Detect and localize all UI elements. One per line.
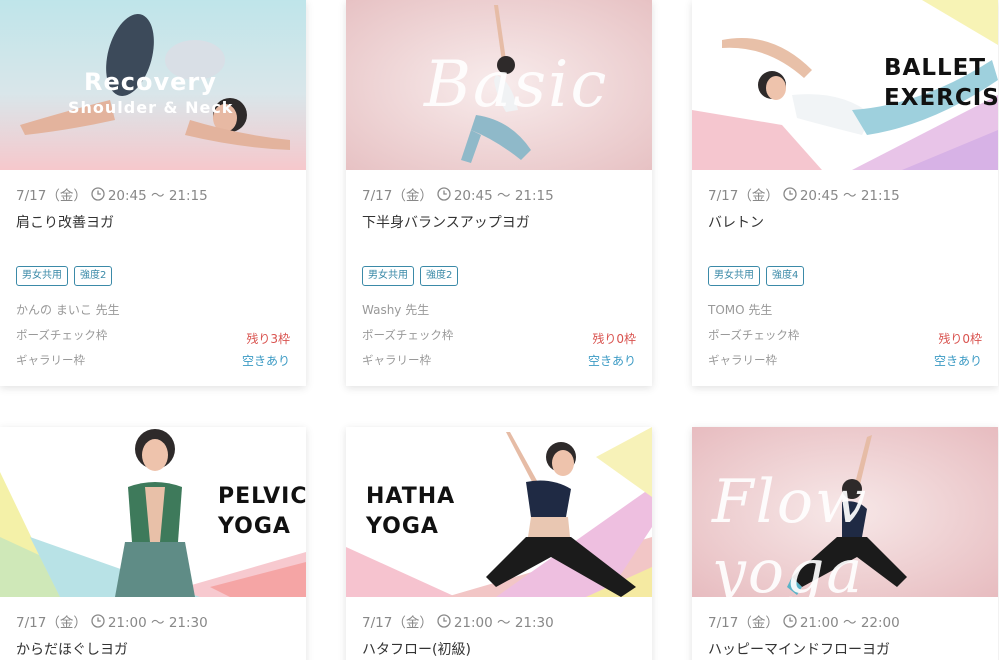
class-time: 21:00 〜 22:00 <box>799 615 900 631</box>
gallery-availability: 空きあり <box>587 354 636 368</box>
gallery-label: ギャラリー枠 <box>362 353 431 367</box>
tag-intensity: 強度2 <box>74 266 113 286</box>
tag-gender: 男女共用 <box>362 266 414 286</box>
class-date: 7/17（金） <box>362 188 433 204</box>
class-tags: 男女共用 強度2 <box>16 266 113 286</box>
class-title[interactable]: ハッピーマインドフローヨガ <box>708 639 890 659</box>
class-tags: 男女共用 強度4 <box>708 266 805 286</box>
thumbnail-background <box>346 427 652 597</box>
pose-check-label: ポーズチェック枠 <box>362 328 454 342</box>
clock-icon <box>91 614 105 628</box>
pose-check-remaining: 残り3枠 <box>246 332 290 346</box>
class-datetime: 7/17（金） 20:45 〜 21:15 <box>362 184 554 204</box>
clock-icon <box>91 187 105 201</box>
class-datetime: 7/17（金） 21:00 〜 22:00 <box>708 611 900 631</box>
thumbnail-title: PELVIC <box>218 484 306 509</box>
class-time: 21:00 〜 21:30 <box>453 615 554 631</box>
class-title[interactable]: 肩こり改善ヨガ <box>16 212 114 232</box>
class-title[interactable]: バレトン <box>708 212 764 232</box>
class-datetime: 7/17（金） 21:00 〜 21:30 <box>16 611 208 631</box>
class-card[interactable]: HATHA YOGA 7/17（金） 21:00 〜 21:30 ハタフロー(初… <box>346 427 652 660</box>
thumbnail-subtitle: Shoulder & Neck <box>68 98 234 117</box>
class-datetime: 7/17（金） 20:45 〜 21:15 <box>708 184 900 204</box>
class-thumbnail: BALLET EXERCISE <box>692 0 998 170</box>
class-thumbnail: PELVIC YOGA <box>0 427 306 597</box>
class-time: 20:45 〜 21:15 <box>107 188 208 204</box>
class-date: 7/17（金） <box>16 188 87 204</box>
class-card[interactable]: Basic 7/17（金） 20:45 〜 21:15 下半身バランスアップヨガ… <box>346 0 652 386</box>
class-time: 20:45 〜 21:15 <box>453 188 554 204</box>
class-thumbnail: Recovery Shoulder & Neck <box>0 0 306 170</box>
gallery-label: ギャラリー枠 <box>708 353 777 367</box>
class-thumbnail: HATHA YOGA <box>346 427 652 597</box>
class-time: 20:45 〜 21:15 <box>799 188 900 204</box>
pose-check-remaining: 残り0枠 <box>592 332 636 346</box>
class-time: 21:00 〜 21:30 <box>107 615 208 631</box>
teacher-name: TOMO 先生 <box>708 303 773 317</box>
tag-intensity: 強度4 <box>766 266 805 286</box>
thumbnail-title: Flow yoga <box>712 467 869 597</box>
thumbnail-title: Basic <box>424 48 609 122</box>
tag-intensity: 強度2 <box>420 266 459 286</box>
clock-icon <box>437 614 451 628</box>
class-title[interactable]: 下半身バランスアップヨガ <box>362 212 530 232</box>
class-datetime: 7/17（金） 21:00 〜 21:30 <box>362 611 554 631</box>
class-thumbnail: Flow yoga <box>692 427 998 597</box>
pose-check-label: ポーズチェック枠 <box>708 328 800 342</box>
clock-icon <box>783 187 797 201</box>
pose-check-label: ポーズチェック枠 <box>16 328 108 342</box>
class-date: 7/17（金） <box>16 615 87 631</box>
class-title[interactable]: からだほぐしヨガ <box>16 639 128 659</box>
class-thumbnail: Basic <box>346 0 652 170</box>
class-card[interactable]: Recovery Shoulder & Neck 7/17（金） 20:45 〜… <box>0 0 306 386</box>
class-card[interactable]: Flow yoga 7/17（金） 21:00 〜 22:00 ハッピーマインド… <box>692 427 998 660</box>
class-card[interactable]: BALLET EXERCISE 7/17（金） 20:45 〜 21:15 バレ… <box>692 0 998 386</box>
clock-icon <box>783 614 797 628</box>
teacher-name: かんの まいこ 先生 <box>16 303 120 317</box>
class-date: 7/17（金） <box>708 615 779 631</box>
class-card[interactable]: PELVIC YOGA 7/17（金） 21:00 〜 21:30 からだほぐし… <box>0 427 306 660</box>
clock-icon <box>437 187 451 201</box>
gallery-availability: 空きあり <box>241 354 290 368</box>
teacher-name: Washy 先生 <box>362 303 430 317</box>
class-date: 7/17（金） <box>362 615 433 631</box>
thumbnail-title: Recovery <box>84 68 217 96</box>
thumbnail-title: HATHA <box>366 484 456 509</box>
thumbnail-subtitle: YOGA <box>218 514 291 539</box>
gallery-label: ギャラリー枠 <box>16 353 85 367</box>
class-date: 7/17（金） <box>708 188 779 204</box>
tag-gender: 男女共用 <box>708 266 760 286</box>
class-tags: 男女共用 強度2 <box>362 266 459 286</box>
gallery-availability: 空きあり <box>933 354 982 368</box>
pose-check-remaining: 残り0枠 <box>938 332 982 346</box>
tag-gender: 男女共用 <box>16 266 68 286</box>
thumbnail-title: BALLET <box>884 55 987 81</box>
class-datetime: 7/17（金） 20:45 〜 21:15 <box>16 184 208 204</box>
class-title[interactable]: ハタフロー(初級) <box>362 639 471 659</box>
thumbnail-background <box>0 427 306 597</box>
thumbnail-subtitle: EXERCISE <box>884 85 998 111</box>
thumbnail-subtitle: YOGA <box>366 514 439 539</box>
